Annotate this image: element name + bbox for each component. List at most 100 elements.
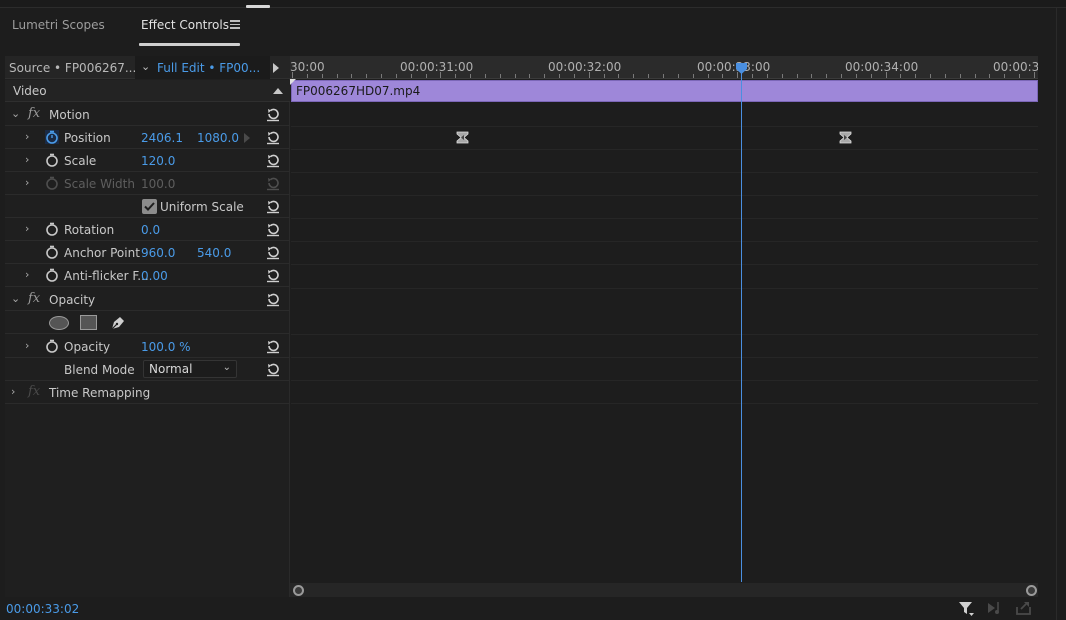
effect-controls-panel: Source • FP006267... ⌄ Full Edit • FP00.… [5, 56, 290, 597]
uniform-scale-checkbox[interactable] [142, 199, 157, 214]
ruler-minor-tick [915, 74, 917, 78]
chevron-right-icon[interactable]: › [25, 268, 29, 281]
ruler-label: 00:00:32:00 [548, 60, 622, 74]
timeline-row-divider [291, 126, 1038, 127]
position-y-value[interactable]: 1080.0 [197, 131, 239, 145]
chevron-right-icon[interactable]: › [25, 130, 29, 143]
fx-icon[interactable]: fx [28, 106, 40, 121]
sequence-label: Full Edit • FP00... [157, 61, 261, 75]
reset-icon[interactable] [265, 361, 281, 377]
timeline-scrollbar[interactable] [290, 583, 1038, 597]
play-audio-icon[interactable] [986, 599, 1004, 617]
chevron-right-icon[interactable]: › [25, 222, 29, 235]
export-icon[interactable] [1015, 599, 1033, 617]
position-x-value[interactable]: 2406.1 [141, 131, 183, 145]
property-label: Anti-flicker F... [64, 269, 149, 283]
rectangle-mask-icon[interactable] [80, 315, 97, 330]
chevron-right-icon[interactable]: › [25, 339, 29, 352]
ruler-label: 30:00 [290, 60, 325, 74]
sequence-selector[interactable]: ⌄ Full Edit • FP00... [135, 56, 270, 79]
ruler-minor-tick [455, 74, 457, 78]
anchor-x-value[interactable]: 960.0 [141, 246, 175, 260]
ruler-minor-tick [766, 74, 768, 78]
stopwatch-icon[interactable] [45, 153, 59, 167]
scroll-start-handle[interactable] [293, 585, 304, 596]
chevron-down-icon[interactable]: ⌄ [11, 107, 20, 120]
reset-icon[interactable] [265, 152, 281, 168]
reset-icon[interactable] [265, 338, 281, 354]
next-keyframe-icon[interactable] [244, 133, 250, 143]
ellipse-mask-icon[interactable] [49, 316, 69, 330]
collapse-up-icon[interactable] [273, 88, 283, 94]
tab-effect-controls[interactable]: Effect Controls [141, 18, 229, 32]
current-timecode[interactable]: 00:00:33:02 [6, 602, 79, 616]
ruler-minor-tick [499, 74, 501, 78]
rotation-value[interactable]: 0.0 [141, 223, 160, 237]
playhead-line[interactable] [741, 70, 742, 582]
ruler-minor-tick [618, 74, 620, 78]
tab-lumetri-scopes[interactable]: Lumetri Scopes [12, 18, 105, 32]
chevron-down-icon[interactable]: ⌄ [11, 292, 20, 305]
timeline-row-divider [291, 334, 1038, 335]
show-timeline-icon[interactable] [273, 63, 279, 73]
fx-icon: fx [28, 384, 41, 399]
video-section-header[interactable]: Video [5, 80, 290, 102]
stopwatch-icon[interactable] [45, 268, 59, 282]
scroll-end-handle[interactable] [1026, 585, 1037, 596]
keyframe-icon[interactable] [839, 131, 852, 144]
clip-name: FP006267HD07.mp4 [296, 84, 421, 98]
scale-value[interactable]: 120.0 [141, 154, 175, 168]
stopwatch-icon [46, 176, 58, 190]
panel-tabs: Lumetri Scopes Effect Controls [0, 9, 1066, 46]
filter-icon[interactable] [957, 599, 975, 617]
ruler-minor-tick [959, 74, 961, 78]
source-clip-label[interactable]: Source • FP006267... [9, 61, 136, 75]
ruler-label: 00:00:31:00 [400, 60, 474, 74]
reset-icon[interactable] [265, 267, 281, 283]
ruler-minor-tick [989, 74, 991, 78]
reset-icon[interactable] [265, 106, 281, 122]
stopwatch-icon[interactable] [45, 339, 59, 353]
blend-mode-select[interactable]: Normal ⌄ [143, 360, 237, 378]
ruler-minor-tick [677, 74, 679, 78]
chevron-right-icon[interactable]: › [25, 153, 29, 166]
ruler-minor-tick [633, 74, 635, 78]
mask-tools-row [5, 311, 290, 334]
anti-flicker-value[interactable]: 0.00 [141, 269, 168, 283]
stopwatch-icon-active[interactable] [45, 130, 59, 144]
opacity-value[interactable]: 100.0 % [141, 340, 191, 354]
panel-drag-handle[interactable] [246, 5, 270, 8]
pen-mask-icon[interactable] [109, 314, 127, 332]
reset-icon[interactable] [265, 291, 281, 307]
property-row-opacity: › Opacity 100.0 % [5, 335, 290, 358]
property-label: Anchor Point [64, 246, 140, 260]
property-label: Position [64, 131, 111, 145]
stopwatch-icon[interactable] [45, 222, 59, 236]
property-row-rotation: › Rotation 0.0 [5, 218, 290, 241]
time-ruler[interactable]: 30:00 00:00:31:00 00:00:32:00 00:00:33:0… [290, 56, 1038, 79]
clip-bar[interactable]: FP006267HD07.mp4 [291, 80, 1038, 102]
ruler-minor-tick [336, 74, 338, 78]
panel-menu-icon[interactable] [230, 20, 240, 29]
property-row-blend-mode: Blend Mode Normal ⌄ [5, 358, 290, 381]
reset-icon[interactable] [265, 129, 281, 145]
reset-icon[interactable] [265, 198, 281, 214]
ruler-label: 00:00:33:00 [697, 60, 771, 74]
fx-icon[interactable]: fx [28, 291, 40, 306]
reset-icon[interactable] [265, 244, 281, 260]
chevron-right-icon[interactable]: › [11, 385, 15, 398]
ruler-minor-tick [351, 74, 353, 78]
ruler-minor-tick [603, 74, 605, 78]
anchor-y-value[interactable]: 540.0 [197, 246, 231, 260]
chevron-right-icon[interactable]: › [25, 176, 29, 189]
timeline-row-divider [291, 357, 1038, 358]
clip-start-marker [290, 79, 296, 85]
ruler-major-tick [1034, 72, 1035, 78]
playhead-handle-icon[interactable] [735, 62, 748, 75]
ruler-minor-tick [425, 74, 427, 78]
timeline-row-divider [291, 380, 1038, 381]
timeline-row-divider [291, 149, 1038, 150]
keyframe-icon[interactable] [456, 131, 469, 144]
reset-icon[interactable] [265, 221, 281, 237]
stopwatch-icon[interactable] [45, 245, 59, 259]
